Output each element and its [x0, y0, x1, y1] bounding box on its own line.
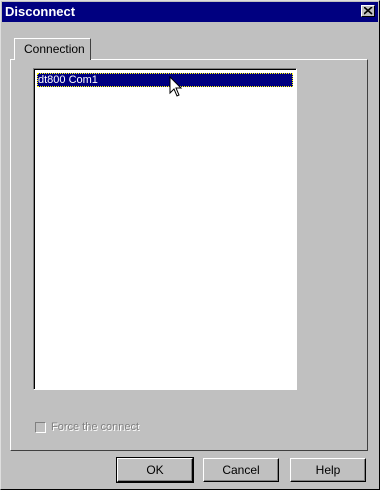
close-button[interactable]	[361, 5, 375, 17]
help-button[interactable]: Help	[290, 458, 366, 482]
tab-join	[15, 58, 90, 61]
connection-list-border: dt800 Com1	[34, 69, 296, 389]
list-item[interactable]: dt800 Com1	[37, 73, 293, 87]
window-title: Disconnect	[5, 4, 76, 19]
cancel-button[interactable]: Cancel	[203, 458, 279, 482]
force-connect-label: Force the connect	[51, 421, 140, 433]
ok-button[interactable]: OK	[116, 457, 194, 483]
list-item-label: dt800 Com1	[38, 74, 98, 86]
close-icon	[364, 7, 373, 15]
tab-connection-label: Connection	[24, 42, 85, 56]
connection-list[interactable]: dt800 Com1	[33, 68, 297, 390]
force-connect-checkbox[interactable]	[35, 422, 46, 433]
title-bar[interactable]: Disconnect	[2, 2, 378, 22]
mouse-pointer-icon	[169, 76, 183, 97]
tab-connection[interactable]: Connection	[14, 38, 91, 60]
